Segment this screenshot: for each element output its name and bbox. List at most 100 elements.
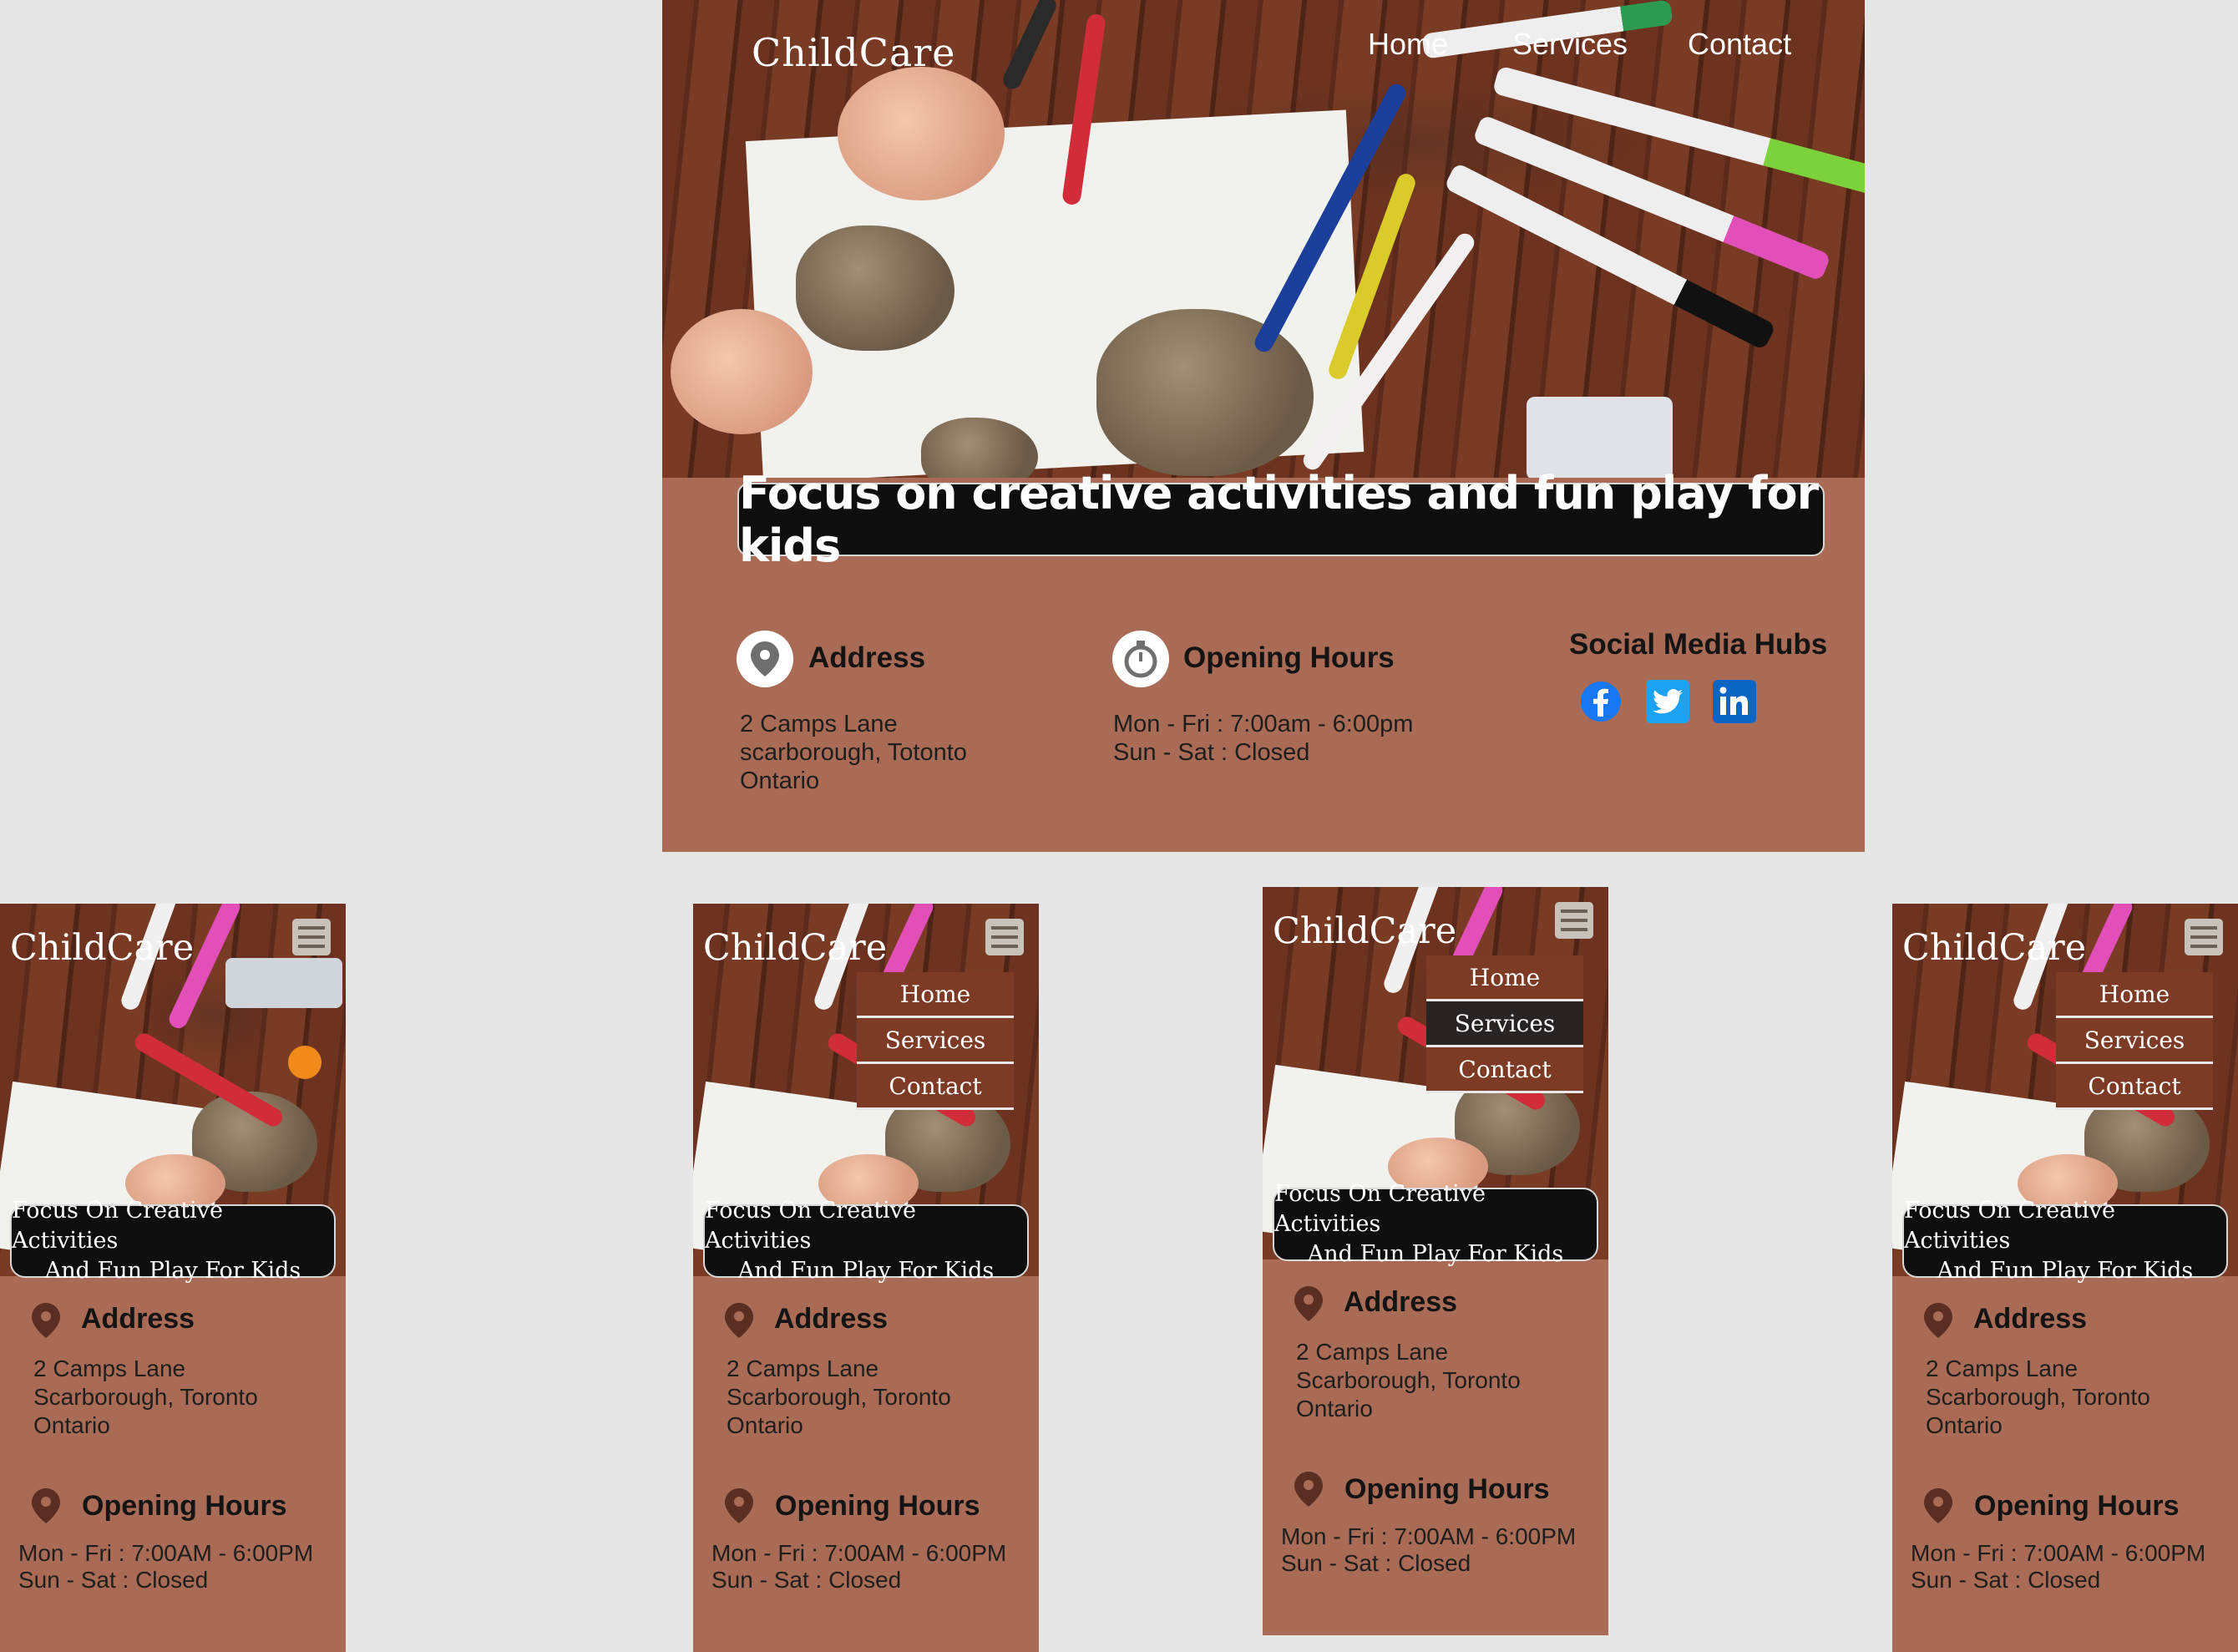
menu-item-contact[interactable]: Contact: [1426, 1047, 1583, 1093]
hero-banner-line: And Fun Play For Kids: [44, 1258, 301, 1284]
location-pin-icon: [1924, 1303, 1952, 1338]
hours-text: Mon - Fri : 7:00AM - 6:00PM Sun - Sat : …: [1911, 1540, 2205, 1594]
logo[interactable]: ChildCare: [1902, 927, 2086, 969]
address-title: Address: [81, 1303, 195, 1335]
address-line: Ontario: [1296, 1396, 1373, 1421]
logo[interactable]: ChildCare: [703, 927, 887, 969]
hours-line: Sun - Sat : Closed: [18, 1567, 209, 1593]
location-pin-icon: [1294, 1286, 1323, 1321]
hero-banner: Focus On Creative Activities And Fun Pla…: [1273, 1181, 1598, 1267]
social-title: Social Media Hubs: [1569, 628, 1828, 661]
menu-item-contact[interactable]: Contact: [857, 1064, 1014, 1110]
address-line: 2 Camps Lane: [727, 1356, 879, 1381]
address-title: Address: [1344, 1286, 1458, 1318]
address-line: 2 Camps Lane: [1926, 1356, 2079, 1381]
hero-banner: Focus On Creative Activities And Fun Pla…: [703, 1198, 1029, 1284]
hours-line: Sun - Sat : Closed: [711, 1567, 902, 1593]
logo[interactable]: ChildCare: [10, 927, 194, 969]
mobile-view-menu-hover: ChildCare Home Services Contact Focus On…: [1263, 887, 1608, 1635]
hours-text: Mon - Fri : 7:00AM - 6:00PM Sun - Sat : …: [1281, 1523, 1576, 1577]
address-title: Address: [808, 641, 926, 674]
logo[interactable]: ChildCare: [1273, 910, 1456, 952]
hours-title: Opening Hours: [775, 1490, 980, 1522]
location-pin-icon: [737, 631, 793, 687]
mobile-menu: Home Services Contact: [857, 972, 1014, 1110]
hours-line: Sun - Sat : Closed: [1911, 1567, 2101, 1593]
nav-home[interactable]: Home: [1368, 27, 1448, 62]
hero-banner-line: Focus On Creative Activities: [1274, 1181, 1486, 1237]
hamburger-menu-icon[interactable]: [1555, 902, 1593, 939]
hours-line: Mon - Fri : 7:00AM - 6:00PM: [1911, 1540, 2206, 1566]
address-line: 2 Camps Lane: [740, 711, 898, 737]
address-line: Scarborough, Toronto: [1296, 1367, 1521, 1393]
twitter-icon[interactable]: [1646, 680, 1689, 723]
hours-title: Opening Hours: [1183, 641, 1395, 674]
hours-line: Sun - Sat : Closed: [1113, 739, 1310, 766]
menu-item-home[interactable]: Home: [1426, 955, 1583, 1001]
hero-banner-line: And Fun Play For Kids: [737, 1258, 995, 1284]
menu-item-services[interactable]: Services: [857, 1018, 1014, 1064]
hero-banner: Focus On Creative Activities And Fun Pla…: [10, 1198, 336, 1284]
linkedin-icon[interactable]: [1713, 680, 1756, 723]
hours-text: Mon - Fri : 7:00am - 6:00pm Sun - Sat : …: [1113, 710, 1413, 767]
address-title: Address: [774, 1303, 889, 1335]
mobile-view-menu-open-2: ChildCare Home Services Contact Focus On…: [1892, 904, 2238, 1652]
desktop-page: ChildCare Home Services Contact Focus on…: [662, 0, 1865, 852]
hours-text: Mon - Fri : 7:00AM - 6:00PM Sun - Sat : …: [711, 1540, 1006, 1594]
address-line: scarborough, Totonto: [740, 739, 967, 766]
hero-banner-line: And Fun Play For Kids: [1937, 1258, 2194, 1284]
address-title: Address: [1973, 1303, 2088, 1335]
location-pin-icon: [725, 1488, 753, 1523]
hero-banner-line: Focus On Creative Activities: [705, 1198, 916, 1254]
stopwatch-icon: [1112, 631, 1169, 687]
hours-line: Sun - Sat : Closed: [1281, 1550, 1471, 1576]
location-pin-icon: [32, 1488, 60, 1523]
mobile-view-menu-open: ChildCare Home Services Contact Focus On…: [693, 904, 1039, 1652]
hero-banner-line: Focus On Creative Activities: [12, 1198, 223, 1254]
hamburger-menu-icon[interactable]: [2185, 919, 2223, 955]
hero-banner-line: And Fun Play For Kids: [1307, 1241, 1564, 1267]
address-text: 2 Camps Lane scarborough, Totonto Ontari…: [740, 710, 967, 795]
hero-banner-line: Focus On Creative Activities: [1904, 1198, 2115, 1254]
location-pin-icon: [725, 1303, 753, 1338]
menu-item-services[interactable]: Services: [2056, 1018, 2213, 1064]
logo[interactable]: ChildCare: [752, 30, 956, 75]
facebook-icon[interactable]: [1579, 680, 1623, 723]
mobile-menu: Home Services Contact: [1426, 955, 1583, 1093]
address-line: Ontario: [33, 1412, 110, 1438]
hours-line: Mon - Fri : 7:00AM - 6:00PM: [18, 1540, 314, 1566]
address-text: 2 Camps Lane Scarborough, Toronto Ontari…: [1926, 1355, 2150, 1440]
hours-title: Opening Hours: [1344, 1473, 1550, 1505]
mobile-view-closed: ChildCare Focus On Creative Activities A…: [0, 904, 346, 1652]
location-pin-icon: [1294, 1472, 1323, 1507]
hero-banner: Focus On Creative Activities And Fun Pla…: [1902, 1198, 2228, 1284]
menu-item-home[interactable]: Home: [857, 972, 1014, 1018]
nav-contact[interactable]: Contact: [1688, 27, 1791, 62]
location-pin-icon: [32, 1303, 60, 1338]
hamburger-menu-icon[interactable]: [292, 919, 331, 955]
location-pin-icon: [1924, 1488, 1952, 1523]
menu-item-contact[interactable]: Contact: [2056, 1064, 2213, 1110]
address-line: 2 Camps Lane: [1296, 1339, 1449, 1365]
menu-item-services[interactable]: Services: [1426, 1001, 1583, 1047]
address-line: Ontario: [740, 768, 820, 794]
hamburger-menu-icon[interactable]: [985, 919, 1024, 955]
address-text: 2 Camps Lane Scarborough, Toronto Ontari…: [33, 1355, 258, 1440]
hero-banner: Focus on creative activities and fun pla…: [737, 467, 1825, 572]
hours-text: Mon - Fri : 7:00AM - 6:00PM Sun - Sat : …: [18, 1540, 313, 1594]
address-line: Ontario: [727, 1412, 803, 1438]
hours-line: Mon - Fri : 7:00AM - 6:00PM: [1281, 1523, 1577, 1549]
hours-line: Mon - Fri : 7:00AM - 6:00PM: [711, 1540, 1007, 1566]
address-text: 2 Camps Lane Scarborough, Toronto Ontari…: [727, 1355, 951, 1440]
hours-title: Opening Hours: [1974, 1490, 2180, 1522]
address-line: Scarborough, Toronto: [1926, 1384, 2150, 1410]
address-line: Scarborough, Toronto: [727, 1384, 951, 1410]
mobile-menu: Home Services Contact: [2056, 972, 2213, 1110]
hours-line: Mon - Fri : 7:00am - 6:00pm: [1113, 711, 1414, 737]
hours-title: Opening Hours: [82, 1490, 287, 1522]
address-line: Ontario: [1926, 1412, 2003, 1438]
address-line: 2 Camps Lane: [33, 1356, 186, 1381]
nav-services[interactable]: Services: [1512, 27, 1628, 62]
menu-item-home[interactable]: Home: [2056, 972, 2213, 1018]
address-line: Scarborough, Toronto: [33, 1384, 258, 1410]
